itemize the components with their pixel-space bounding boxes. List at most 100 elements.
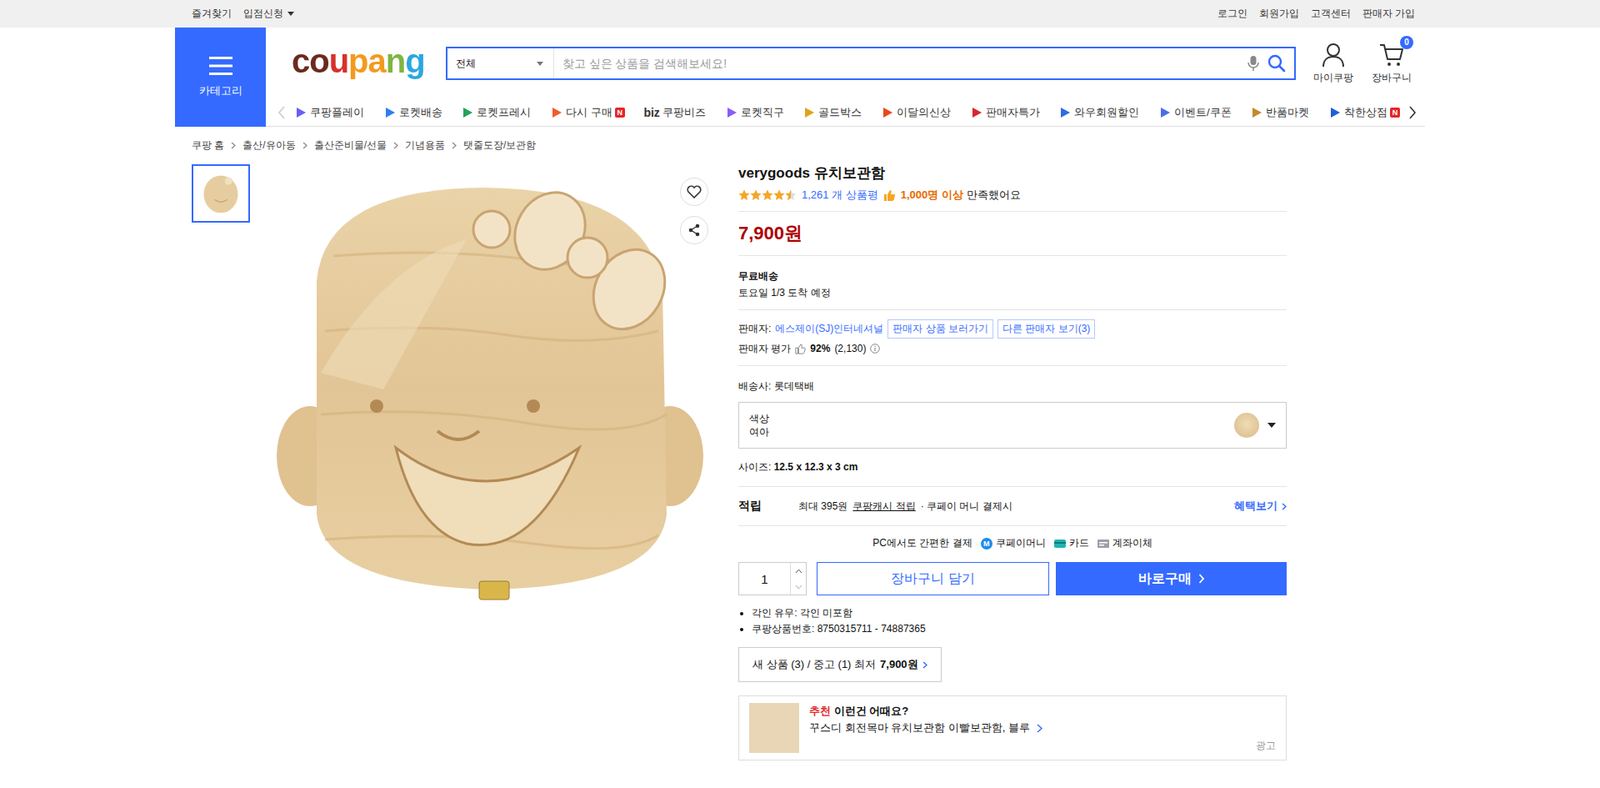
chevron-icon [393, 141, 399, 150]
bank-icon [1097, 539, 1110, 548]
top-link[interactable]: 로그인 [1217, 6, 1248, 21]
nav-item[interactable]: biz쿠팡비즈 [643, 105, 705, 120]
chevron-icon [1198, 573, 1205, 584]
nav-item[interactable]: 와우회원할인 [1058, 105, 1140, 120]
chevron-icon [1281, 502, 1287, 510]
header: 카테고리 coupang 전체 마이쿠팡 장바구니0 쿠팡플레이 로켓배송 로켓프레시 다시 구… [175, 27, 1425, 127]
detail-item: 각인 유무: 각인 미포함 [751, 605, 1287, 621]
breadcrumb-item[interactable]: 쿠팡 홈 [191, 138, 225, 153]
nav-item[interactable]: 로켓직구 [725, 105, 785, 120]
quantity-input[interactable]: 1 [738, 561, 807, 595]
product-title: verygoods 유치보관함 [738, 164, 1287, 183]
nav-item[interactable]: 쿠팡플레이 [294, 105, 365, 120]
cash-link[interactable]: 쿠팡캐시 적립 [852, 499, 915, 514]
top-link[interactable]: 판매자 가입 [1362, 6, 1415, 21]
star-icon [761, 189, 774, 201]
new-badge: N [1390, 107, 1400, 118]
top-link[interactable]: 회원가입 [1259, 6, 1300, 21]
decrease-icon[interactable] [795, 584, 803, 590]
share-button[interactable] [680, 215, 709, 245]
nav-item[interactable]: 반품마켓 [1250, 105, 1310, 120]
star-icon [773, 189, 785, 201]
thumbs-up-icon [795, 343, 806, 355]
person-icon [1321, 42, 1345, 68]
nav-item-icon [880, 105, 895, 120]
increase-icon[interactable] [795, 568, 803, 574]
recommendation-card[interactable]: 추천 이런건 어때요?꾸스디 회전목마 유치보관함 이빨보관함, 블루광고 [738, 695, 1287, 760]
payment-method: 카드 [1054, 535, 1090, 550]
option-select[interactable]: 색상여아 [738, 401, 1287, 449]
add-to-cart-button[interactable]: 장바구니 담기 [816, 561, 1050, 595]
nav-item-icon [802, 105, 816, 120]
nav-item[interactable]: 다시 구매N [550, 105, 625, 120]
nav-item-icon [1328, 105, 1342, 120]
nav-item[interactable]: 로켓프레시 [460, 105, 531, 120]
breadcrumb-item[interactable]: 출산/유아동 [242, 138, 295, 153]
like-button[interactable] [680, 177, 709, 206]
ad-label: 광고 [1255, 738, 1276, 753]
caret-icon [287, 11, 295, 16]
shipping-info: 무료배송토요일 1/3 도착 예정 [738, 255, 1287, 310]
buy-now-button[interactable]: 바로구매 [1055, 561, 1287, 595]
cart-count-badge: 0 [1400, 35, 1414, 50]
search-scope[interactable]: 전체 [447, 48, 555, 79]
product-photo [258, 164, 709, 615]
other-offers-button[interactable]: 새 상품 (3) / 중고 (1) 최저7,900원 [738, 646, 942, 682]
nav-item-icon [294, 105, 308, 120]
search-bar: 전체 [445, 46, 1296, 80]
product-image [258, 164, 709, 615]
breadcrumb-item[interactable]: 기념용품 [405, 138, 445, 153]
top-link[interactable]: 고객센터 [1310, 6, 1351, 21]
seller-button[interactable]: 다른 판매자 보기(3) [997, 319, 1095, 339]
payment-method: 계좌이체 [1097, 535, 1153, 550]
search-input[interactable] [554, 56, 1248, 70]
rating-row: 1,261 개 상품평1,000명 이상 만족했어요 [738, 182, 1287, 212]
page: 즐겨찾기 입점신청 로그인 회원가입 고객센터 판매자 가입카테고리 coupang 전체 마이… [0, 0, 1600, 760]
purchase-row: 1 장바구니 담기바로구매 [738, 561, 1287, 595]
nav-item[interactable]: 이달의신상 [880, 105, 951, 120]
chevron-icon [1036, 723, 1043, 733]
nav-item-icon [1058, 105, 1072, 120]
nav-item[interactable]: 이벤트/쿠폰 [1158, 105, 1232, 120]
star-icon [785, 189, 791, 201]
nav-item[interactable]: 착한상점N [1328, 105, 1400, 120]
star-icon [785, 189, 797, 201]
cart-button[interactable]: 장바구니0 [1368, 42, 1415, 85]
gallery [191, 164, 709, 760]
prev-arrow-icon[interactable] [277, 105, 286, 120]
mic-icon[interactable] [1247, 55, 1260, 72]
nav-item-icon [550, 105, 564, 120]
nav-item-icon [725, 105, 739, 120]
breadcrumb-item[interactable]: 출산준비물/선물 [314, 138, 387, 153]
caret-icon [536, 61, 544, 66]
chevron-icon [302, 141, 308, 150]
product-section: verygoods 유치보관함1,261 개 상품평1,000명 이상 만족했어… [175, 164, 1425, 760]
nav-item[interactable]: 로켓배송 [383, 105, 443, 120]
info-icon[interactable] [870, 343, 880, 354]
nav-item[interactable]: 골드박스 [802, 105, 862, 120]
category-button[interactable]: 카테고리 [175, 27, 266, 127]
benefit-link[interactable]: 혜택보기 [1234, 498, 1287, 514]
caret-icon [1267, 422, 1276, 428]
seller-name[interactable]: 에스제이(SJ)인터네셔널 [775, 321, 884, 336]
recommendation-image [749, 702, 800, 753]
payment-method: M쿠페이머니 [980, 535, 1046, 550]
star-icon [738, 189, 750, 201]
logo[interactable]: coupang [291, 44, 425, 83]
review-count[interactable]: 1,261 개 상품평 [801, 187, 879, 203]
nav-item[interactable]: 판매자특가 [970, 105, 1040, 120]
seller-button[interactable]: 판매자 상품 보러가기 [887, 319, 994, 339]
my-coupang-button[interactable]: 마이쿠팡 [1310, 42, 1357, 85]
top-link[interactable]: 즐겨찾기 [191, 6, 232, 21]
next-arrow-icon[interactable] [1408, 105, 1417, 120]
seller-info: 판매자:에스제이(SJ)인터네셔널판매자 상품 보러가기다른 판매자 보기(3)… [738, 310, 1287, 366]
star-icon [750, 189, 762, 201]
nav-item-icon [1250, 105, 1264, 120]
detail-item: 쿠팡상품번호: 8750315711 - 74887365 [751, 620, 1287, 637]
thumbnail[interactable] [191, 164, 250, 223]
search-icon[interactable] [1267, 54, 1286, 73]
product-info: verygoods 유치보관함1,261 개 상품평1,000명 이상 만족했어… [738, 164, 1287, 760]
top-link[interactable]: 입점신청 [243, 6, 295, 21]
breadcrumb-item[interactable]: 탯줄도장/보관함 [463, 138, 536, 153]
price: 7,900원 [738, 211, 1287, 256]
